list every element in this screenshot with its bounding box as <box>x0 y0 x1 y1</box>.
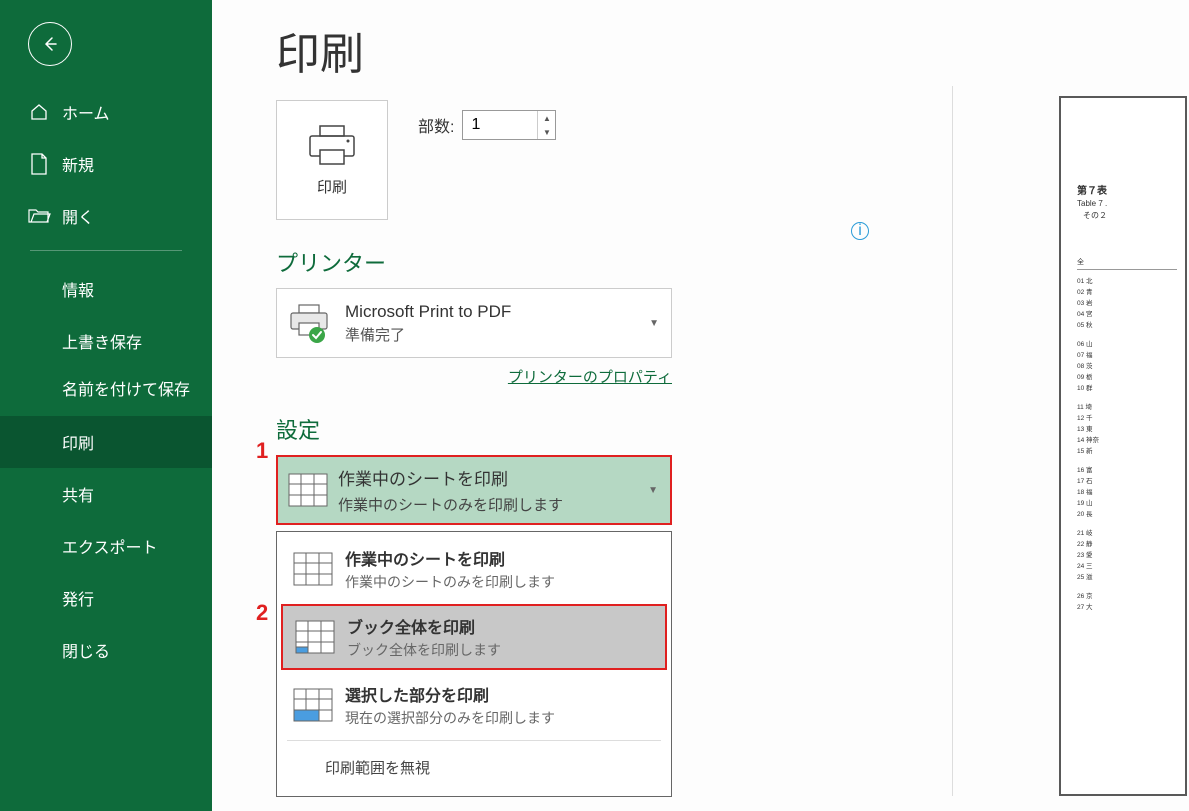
sidebar-item-label: 新規 <box>62 152 94 176</box>
info-icon[interactable]: i <box>851 222 869 240</box>
copies-label: 部数: <box>418 113 454 137</box>
dropdown-divider <box>287 740 661 741</box>
annotation-2: 2 <box>256 600 268 626</box>
selector-texts: 作業中のシートを印刷 作業中のシートのみを印刷します <box>338 465 563 515</box>
sidebar-item-new[interactable]: 新規 <box>0 138 212 190</box>
sheet-icon <box>288 473 328 507</box>
preview-subtitle-en: Table 7 . <box>1077 199 1177 208</box>
annotation-1: 1 <box>256 438 268 464</box>
sidebar-item-home[interactable]: ホーム <box>0 86 212 138</box>
option-desc: 作業中のシートのみを印刷します <box>345 572 555 592</box>
sidebar-item-label: エクスポート <box>62 534 158 558</box>
copies-up[interactable]: ▲ <box>538 111 555 125</box>
sidebar-item-close[interactable]: 閉じる <box>0 624 212 676</box>
option-texts: 選択した部分を印刷 現在の選択部分のみを印刷します <box>345 682 555 728</box>
ignore-print-area[interactable]: 印刷範囲を無視 <box>277 743 671 792</box>
option-desc: ブック全体を印刷します <box>347 640 501 660</box>
copies-spinner: ▲ ▼ <box>462 110 556 140</box>
preview-page: 第７表 Table 7 . その２ 全 01 北02 青03 岩04 宮05 秋… <box>1059 96 1187 796</box>
new-file-icon <box>28 153 50 175</box>
print-button[interactable]: 印刷 <box>276 100 388 220</box>
printer-large-icon <box>306 124 358 168</box>
sidebar-item-share[interactable]: 共有 <box>0 468 212 520</box>
back-button[interactable] <box>28 22 72 66</box>
option-selection[interactable]: 選択した部分を印刷 現在の選択部分のみを印刷します <box>277 672 671 738</box>
printer-texts: Microsoft Print to PDF 準備完了 <box>345 302 511 345</box>
preview-total-label: 全 <box>1077 257 1177 270</box>
print-range-dropdown: 作業中のシートを印刷 作業中のシートのみを印刷します ブック全体を印刷 ブック全… <box>276 531 672 797</box>
option-entire-workbook[interactable]: ブック全体を印刷 ブック全体を印刷します <box>281 604 667 670</box>
sidebar-item-save[interactable]: 上書き保存 <box>0 315 212 367</box>
print-range-selector[interactable]: 作業中のシートを印刷 作業中のシートのみを印刷します ▼ <box>276 455 672 525</box>
sidebar-item-label: 情報 <box>62 277 94 301</box>
sheet-icon <box>293 552 333 586</box>
print-row: 印刷 部数: ▲ ▼ <box>276 100 1189 220</box>
printer-properties-link[interactable]: プリンターのプロパティ <box>508 369 672 386</box>
printer-status: 準備完了 <box>345 324 511 345</box>
printer-name: Microsoft Print to PDF <box>345 302 511 322</box>
backstage-sidebar: ホーム 新規 開く 情報 上書き保存 名前を付けて保存 印刷 共有 エクスポート… <box>0 0 212 811</box>
preview-title: 第７表 <box>1077 182 1177 197</box>
preview-rows: 01 北02 青03 岩04 宮05 秋06 山07 福08 茨09 栃10 群… <box>1077 276 1177 613</box>
sidebar-item-label: 共有 <box>62 482 94 506</box>
chevron-down-icon: ▼ <box>648 485 658 496</box>
sidebar-item-label: 名前を付けて保存 <box>62 381 190 402</box>
selection-icon <box>293 688 333 722</box>
sidebar-item-save-as[interactable]: 名前を付けて保存 <box>0 367 212 416</box>
printer-properties-row: プリンターのプロパティ <box>276 366 672 387</box>
chevron-down-icon: ▼ <box>649 318 659 329</box>
copies-input[interactable] <box>463 111 537 139</box>
sidebar-item-export[interactable]: エクスポート <box>0 520 212 572</box>
sidebar-item-label: 印刷 <box>62 430 94 454</box>
print-preview: 第７表 Table 7 . その２ 全 01 北02 青03 岩04 宮05 秋… <box>1059 96 1189 796</box>
sidebar-item-label: 開く <box>62 204 94 228</box>
sidebar-item-label: 閉じる <box>62 638 110 662</box>
printer-selector[interactable]: Microsoft Print to PDF 準備完了 ▼ <box>276 288 672 358</box>
spin-buttons: ▲ ▼ <box>537 111 555 139</box>
copies-row: 部数: ▲ ▼ <box>418 110 556 140</box>
settings-heading: 設定 <box>276 413 1189 445</box>
option-title: 選択した部分を印刷 <box>345 682 555 706</box>
sidebar-item-print[interactable]: 印刷 <box>0 416 212 468</box>
sidebar-item-publish[interactable]: 発行 <box>0 572 212 624</box>
preview-subtitle: その２ <box>1083 210 1177 221</box>
print-button-label: 印刷 <box>317 176 347 197</box>
printer-small-icon <box>287 303 335 343</box>
sidebar-divider <box>30 250 182 251</box>
sidebar-item-label: ホーム <box>62 100 110 124</box>
selector-desc: 作業中のシートのみを印刷します <box>338 494 563 515</box>
option-texts: 作業中のシートを印刷 作業中のシートのみを印刷します <box>345 546 555 592</box>
printer-heading: プリンター <box>276 246 1189 278</box>
workbook-icon <box>295 620 335 654</box>
option-active-sheets[interactable]: 作業中のシートを印刷 作業中のシートのみを印刷します <box>277 536 671 602</box>
sidebar-item-open[interactable]: 開く <box>0 190 212 242</box>
back-arrow-icon <box>40 34 60 54</box>
option-title: 作業中のシートを印刷 <box>345 546 555 570</box>
option-texts: ブック全体を印刷 ブック全体を印刷します <box>347 614 501 660</box>
option-desc: 現在の選択部分のみを印刷します <box>345 708 555 728</box>
sidebar-item-label: 上書き保存 <box>62 329 142 353</box>
home-icon <box>28 101 50 123</box>
open-folder-icon <box>28 205 50 227</box>
main-content: 印刷 印刷 部数: ▲ ▼ プリンター i <box>212 0 1189 811</box>
vertical-divider <box>952 86 953 796</box>
option-title: ブック全体を印刷 <box>347 614 501 638</box>
sidebar-item-label: 発行 <box>62 586 94 610</box>
copies-down[interactable]: ▼ <box>538 125 555 139</box>
page-title: 印刷 <box>276 18 1189 82</box>
selector-title: 作業中のシートを印刷 <box>338 465 563 490</box>
sidebar-item-info[interactable]: 情報 <box>0 263 212 315</box>
